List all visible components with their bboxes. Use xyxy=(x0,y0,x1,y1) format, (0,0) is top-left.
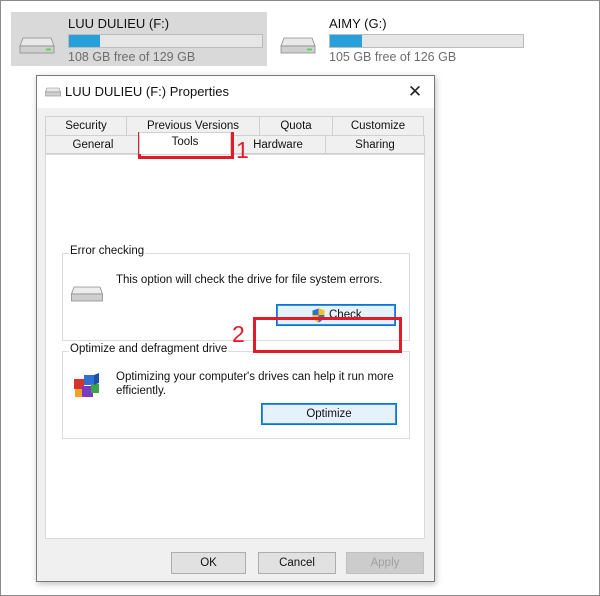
step-2-label: 2 xyxy=(232,321,245,347)
optimize-group: Optimize and defragment drive Optimizing… xyxy=(62,343,410,439)
hard-drive-icon xyxy=(19,37,55,54)
optimize-title: Optimize and defragment drive xyxy=(69,343,229,355)
tab-sharing[interactable]: Sharing xyxy=(325,135,425,154)
drive-tile-g[interactable]: AIMY (G:) 105 GB free of 126 GB xyxy=(272,12,528,66)
drive-usage-bar xyxy=(329,34,524,48)
dialog-title-bar[interactable]: LUU DULIEU (F:) Properties ✕ xyxy=(37,76,434,108)
drive-tile-f[interactable]: LUU DULIEU (F:) 108 GB free of 129 GB xyxy=(11,12,267,66)
drive-name: AIMY (G:) xyxy=(329,16,387,31)
error-checking-description: This option will check the drive for fil… xyxy=(116,274,383,286)
drive-free-space: 108 GB free of 129 GB xyxy=(68,50,196,64)
step-1-label: 1 xyxy=(236,137,249,163)
drive-usage-fill xyxy=(69,35,101,47)
ok-button[interactable]: OK xyxy=(171,552,246,574)
tab-tools[interactable]: Tools xyxy=(139,132,231,154)
optimize-description: Optimizing your computer's drives can he… xyxy=(116,371,394,397)
drive-usage-fill xyxy=(330,35,363,47)
close-button[interactable]: ✕ xyxy=(402,80,428,104)
drive-icon xyxy=(45,87,61,97)
apply-button: Apply xyxy=(346,552,424,574)
cancel-button[interactable]: Cancel xyxy=(258,552,336,574)
dialog-title: LUU DULIEU (F:) Properties xyxy=(65,84,229,99)
tab-general[interactable]: General xyxy=(45,135,141,154)
optimize-button[interactable]: Optimize xyxy=(261,403,397,425)
error-checking-title: Error checking xyxy=(69,245,146,257)
hard-drive-icon xyxy=(71,286,103,302)
drive-free-space: 105 GB free of 126 GB xyxy=(329,50,457,64)
hard-drive-icon xyxy=(280,37,316,54)
optimize-button-highlight xyxy=(253,317,402,353)
drive-usage-bar xyxy=(68,34,263,48)
drive-name: LUU DULIEU (F:) xyxy=(68,16,170,31)
tab-quota[interactable]: Quota xyxy=(259,116,333,135)
tab-customize[interactable]: Customize xyxy=(332,116,424,135)
tab-security[interactable]: Security xyxy=(45,116,127,135)
defragment-icon xyxy=(74,373,99,397)
